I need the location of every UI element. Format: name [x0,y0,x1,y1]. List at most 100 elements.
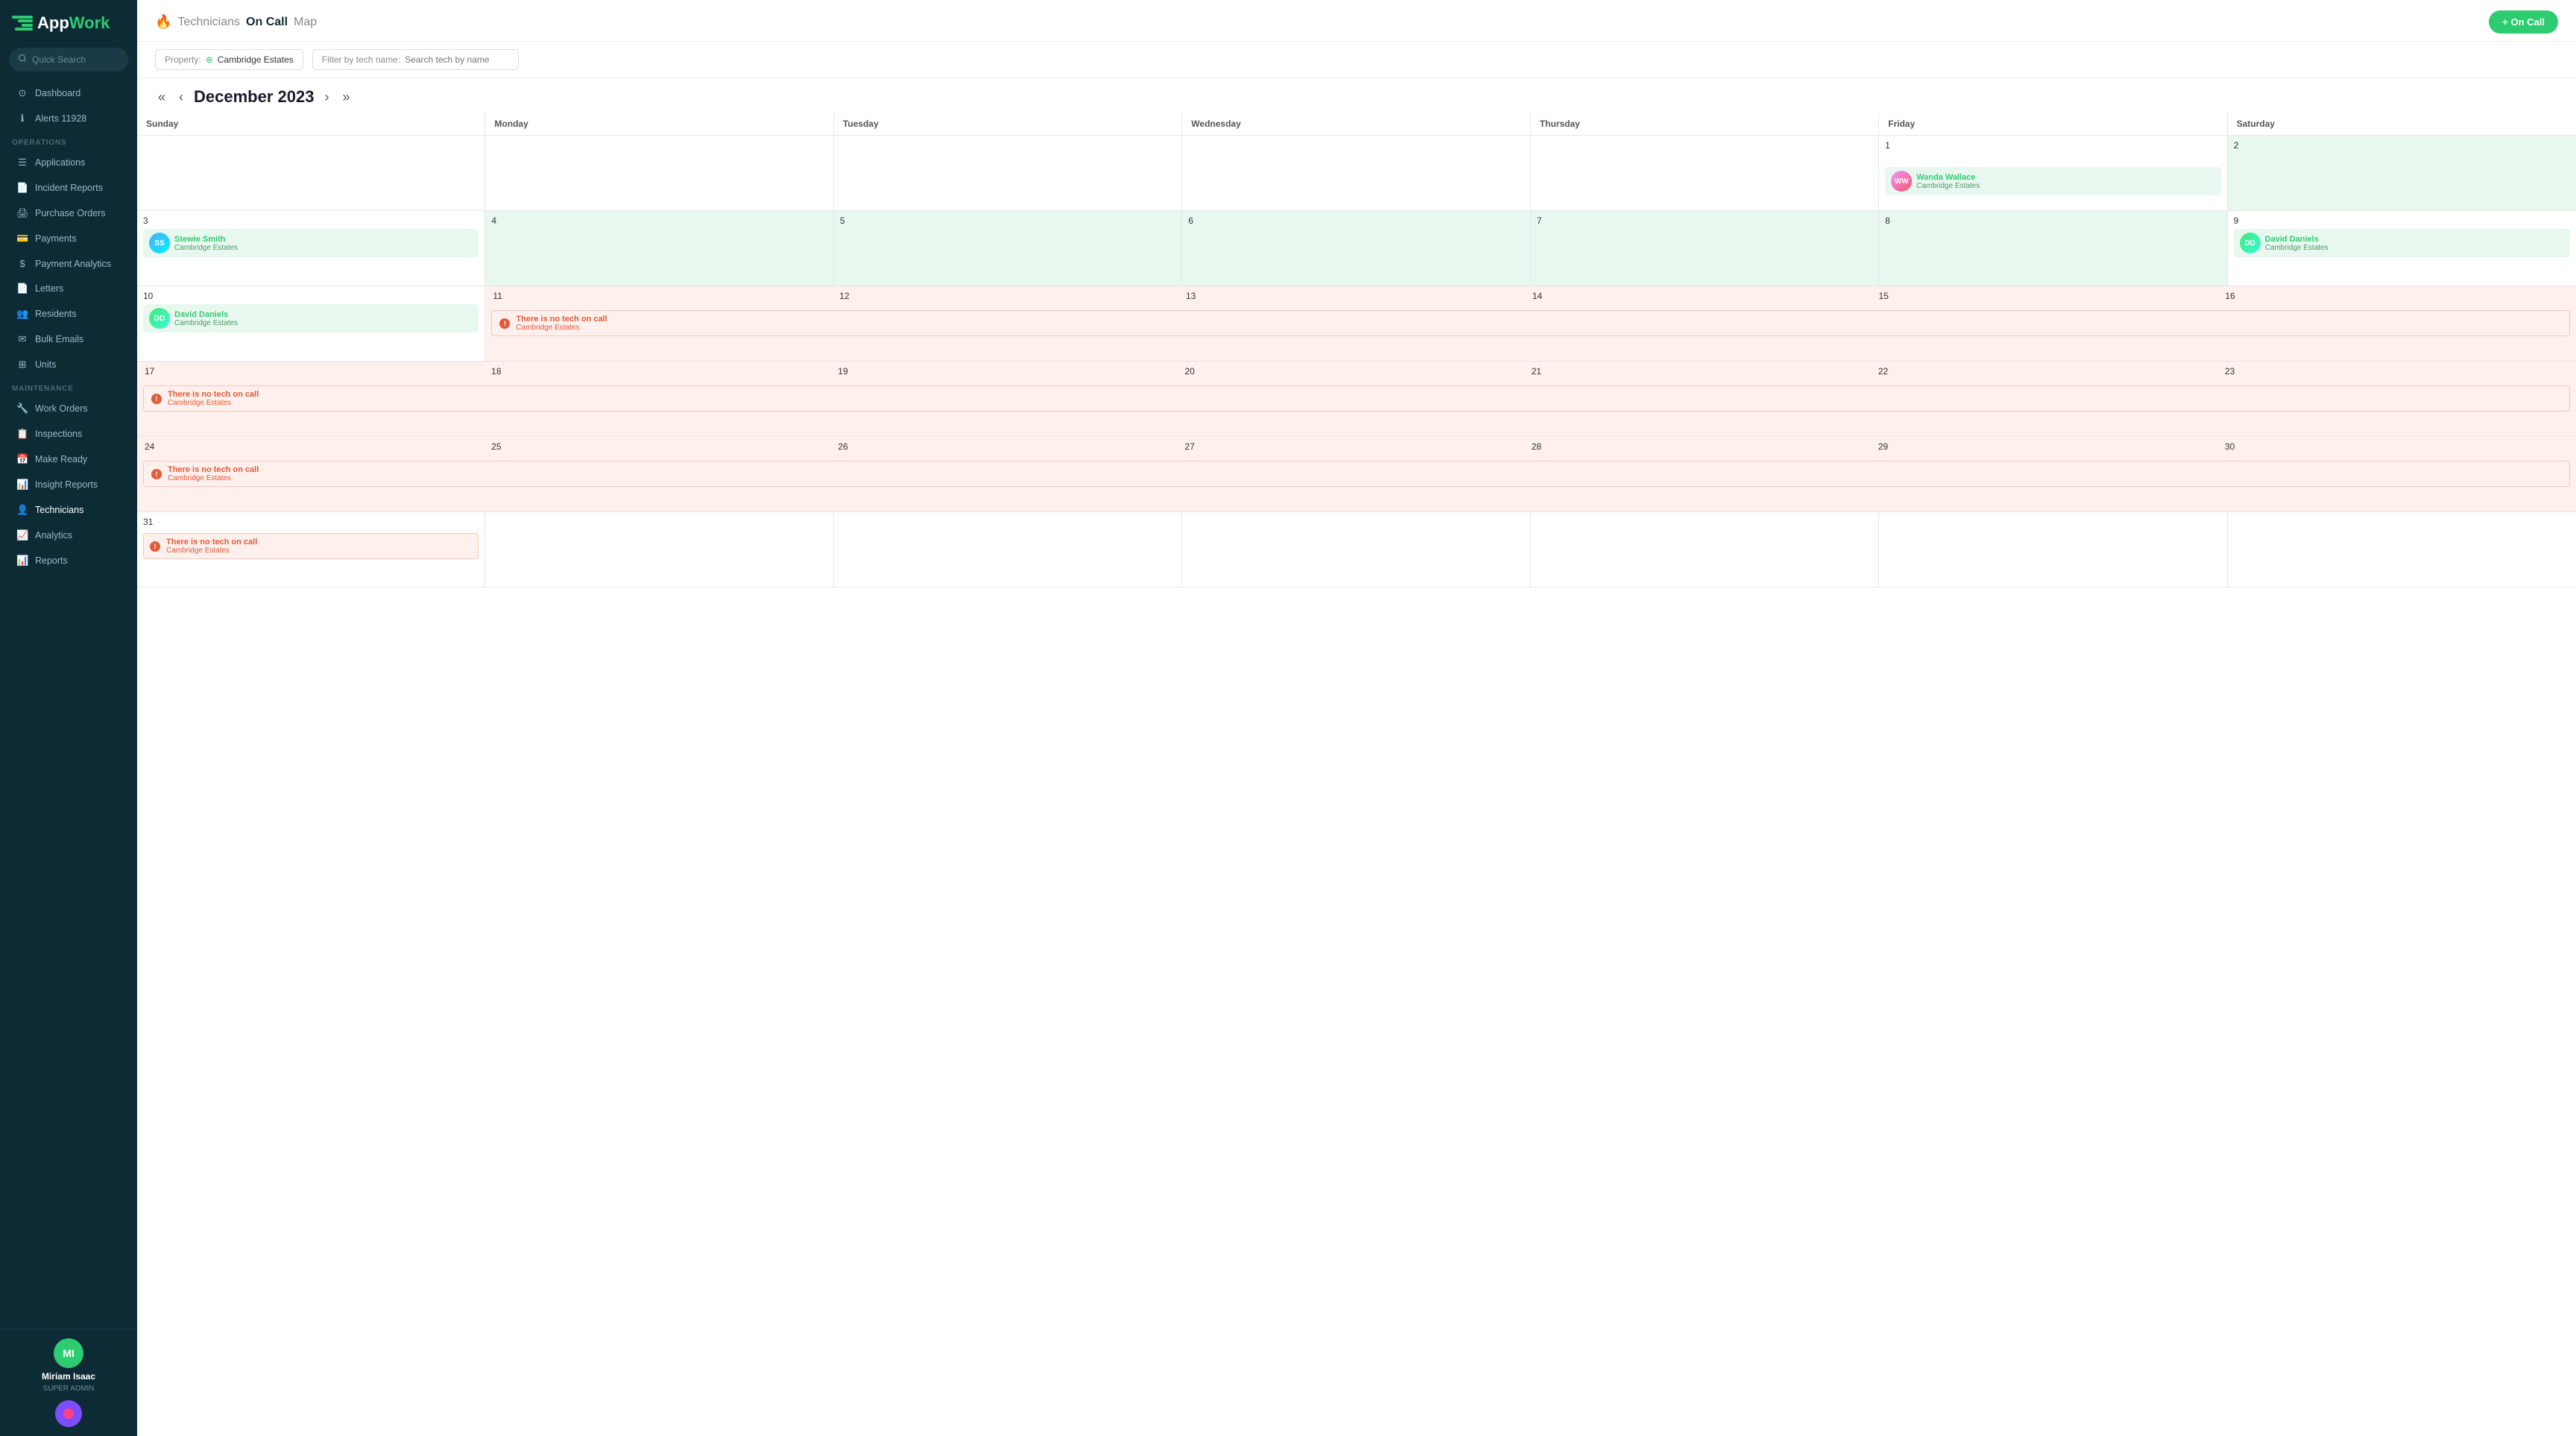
purple-dot-icon [63,1408,74,1419]
day-number: 8 [1885,215,2220,226]
sidebar-item-label: Purchase Orders [35,208,105,218]
day-header-thursday: Thursday [1531,113,1879,136]
day-header-wednesday: Wednesday [1182,113,1530,136]
day-cell-empty [1531,512,1879,587]
no-tech-bar-week4: ! There is no tech on call Cambridge Est… [143,385,2570,412]
day-cell-empty [137,136,485,210]
no-tech-text-week3: There is no tech on call [516,315,607,324]
sidebar-item-units[interactable]: ⊞ Units [4,353,133,377]
prev-button[interactable]: ‹ [176,88,186,107]
user-avatar: MI [54,1338,83,1368]
day-header-monday: Monday [485,113,833,136]
property-filter[interactable]: Property: ⊕ Cambridge Estates [155,49,303,70]
sidebar-item-letters[interactable]: 📄 Letters [4,277,133,300]
day-cell-9: 9 DD David Daniels Cambridge Estates [2228,211,2576,286]
no-tech-property-week5: Cambridge Estates [168,474,259,482]
day-number: 11 [493,291,838,301]
tech-entry-wanda[interactable]: WW Wanda Wallace Cambridge Estates [1885,167,2220,195]
tech-entry-stewie[interactable]: SS Stewie Smith Cambridge Estates [143,229,479,257]
day-header-tuesday: Tuesday [834,113,1182,136]
user-avatar-purple[interactable] [55,1400,82,1427]
next-button[interactable]: › [321,88,332,107]
day-number: 7 [1537,215,1872,226]
week-row-4: 17 18 19 20 21 22 23 ! There is no tech … [137,362,2576,437]
warning-icon: ! [150,541,160,552]
sidebar-item-incident-reports[interactable]: 📄 Incident Reports [4,176,133,200]
week3-red-span: 11 12 13 14 15 16 ! There is no tech on … [485,286,2576,361]
search-icon [18,53,27,66]
topbar-title-oncall: On Call [246,16,288,29]
sidebar-item-label: Reports [35,555,68,566]
sidebar-item-dashboard[interactable]: ⊙ Dashboard [4,81,133,105]
user-name: Miriam Isaac [42,1371,95,1382]
section-label-operations: OPERATIONS [0,131,137,150]
topbar-title-technicians: Technicians [177,16,240,29]
sidebar-item-payment-analytics[interactable]: $ Payment Analytics [4,252,133,275]
topbar: 🔥 Technicians On Call Map + On Call [137,0,2576,42]
sidebar-item-label: Applications [35,157,85,168]
sidebar-item-reports[interactable]: 📊 Reports [4,549,133,573]
search-box[interactable] [9,48,128,72]
search-input[interactable] [32,54,119,65]
sidebar-item-applications[interactable]: ☰ Applications [4,151,133,174]
sidebar-item-work-orders[interactable]: 🔧 Work Orders [4,397,133,421]
calendar-container: Sunday Monday Tuesday Wednesday Thursday… [137,113,2576,1436]
week-row-1: 1 WW Wanda Wallace Cambridge Estates 2 [137,136,2576,211]
filter-bar: Property: ⊕ Cambridge Estates Filter by … [137,42,2576,78]
on-call-button[interactable]: + On Call [2489,10,2558,34]
avatar-stewie: SS [149,233,170,253]
sidebar-item-technicians[interactable]: 👤 Technicians [4,498,133,522]
day-cell-empty [2228,512,2576,587]
tech-name-david-week2: David Daniels [2265,235,2329,244]
warning-icon: ! [151,469,162,479]
sidebar-item-payments[interactable]: 💳 Payments [4,227,133,251]
topbar-left: 🔥 Technicians On Call Map [155,14,317,30]
sidebar-item-residents[interactable]: 👥 Residents [4,302,133,326]
no-tech-property-week4: Cambridge Estates [168,399,259,407]
sidebar-item-label: Payment Analytics [35,259,111,269]
sidebar-item-label: Insight Reports [35,479,98,490]
prev-prev-button[interactable]: « [155,88,168,107]
sidebar-item-label: Incident Reports [35,183,103,193]
no-tech-text-week4: There is no tech on call [168,390,259,399]
sidebar-item-inspections[interactable]: 📋 Inspections [4,422,133,446]
sidebar-item-analytics[interactable]: 📈 Analytics [4,523,133,547]
day-cell-empty [1182,512,1530,587]
tech-entry-david-week2[interactable]: DD David Daniels Cambridge Estates [2234,229,2570,257]
no-tech-property-week3: Cambridge Estates [516,324,607,332]
week5-span: 24 25 26 27 28 29 30 ! There is no tech … [137,437,2576,511]
warning-icon: ! [499,318,510,329]
day-cell-empty [485,136,833,210]
sidebar-item-insight-reports[interactable]: 📊 Insight Reports [4,473,133,497]
week4-span: 17 18 19 20 21 22 23 ! There is no tech … [137,362,2576,436]
sidebar-item-label: Letters [35,283,63,294]
day-number: 2 [2234,140,2570,151]
logo-text: AppWork [37,13,110,33]
section-label-maintenance: MAINTENANCE [0,377,137,396]
day-cell-6: 6 [1182,211,1530,286]
day-cell-10-overlay [137,286,485,361]
tech-filter[interactable]: Filter by tech name: [312,49,519,70]
next-next-button[interactable]: » [339,88,353,107]
property-value: Cambridge Estates [218,54,294,65]
sidebar-item-alerts[interactable]: ℹ Alerts 11928 [4,107,133,130]
day-number: 31 [143,517,479,527]
day-cell-1: 1 WW Wanda Wallace Cambridge Estates [1879,136,2227,210]
day-cell-empty [1879,512,2227,587]
sidebar-item-label: Units [35,359,56,370]
fire-icon: 🔥 [155,14,171,30]
no-tech-bar-week6: ! There is no tech on call Cambridge Est… [143,533,479,559]
sidebar-item-bulk-emails[interactable]: ✉ Bulk Emails [4,327,133,351]
day-cell-31: 31 ! There is no tech on call Cambridge … [137,512,485,587]
sidebar-item-label: Dashboard [35,88,80,98]
day-number: 4 [491,215,827,226]
warning-icon: ! [151,394,162,404]
tech-property-david-week2: Cambridge Estates [2265,244,2329,252]
sidebar-item-make-ready[interactable]: 📅 Make Ready [4,447,133,471]
avatar-wanda: WW [1891,171,1912,192]
day-cell-empty [485,512,833,587]
tech-search-input[interactable] [405,54,509,65]
dashboard-icon: ⊙ [16,87,28,99]
sidebar-item-purchase-orders[interactable]: 🖨 Purchase Orders [4,201,133,225]
sidebar-item-label: Analytics [35,530,72,541]
